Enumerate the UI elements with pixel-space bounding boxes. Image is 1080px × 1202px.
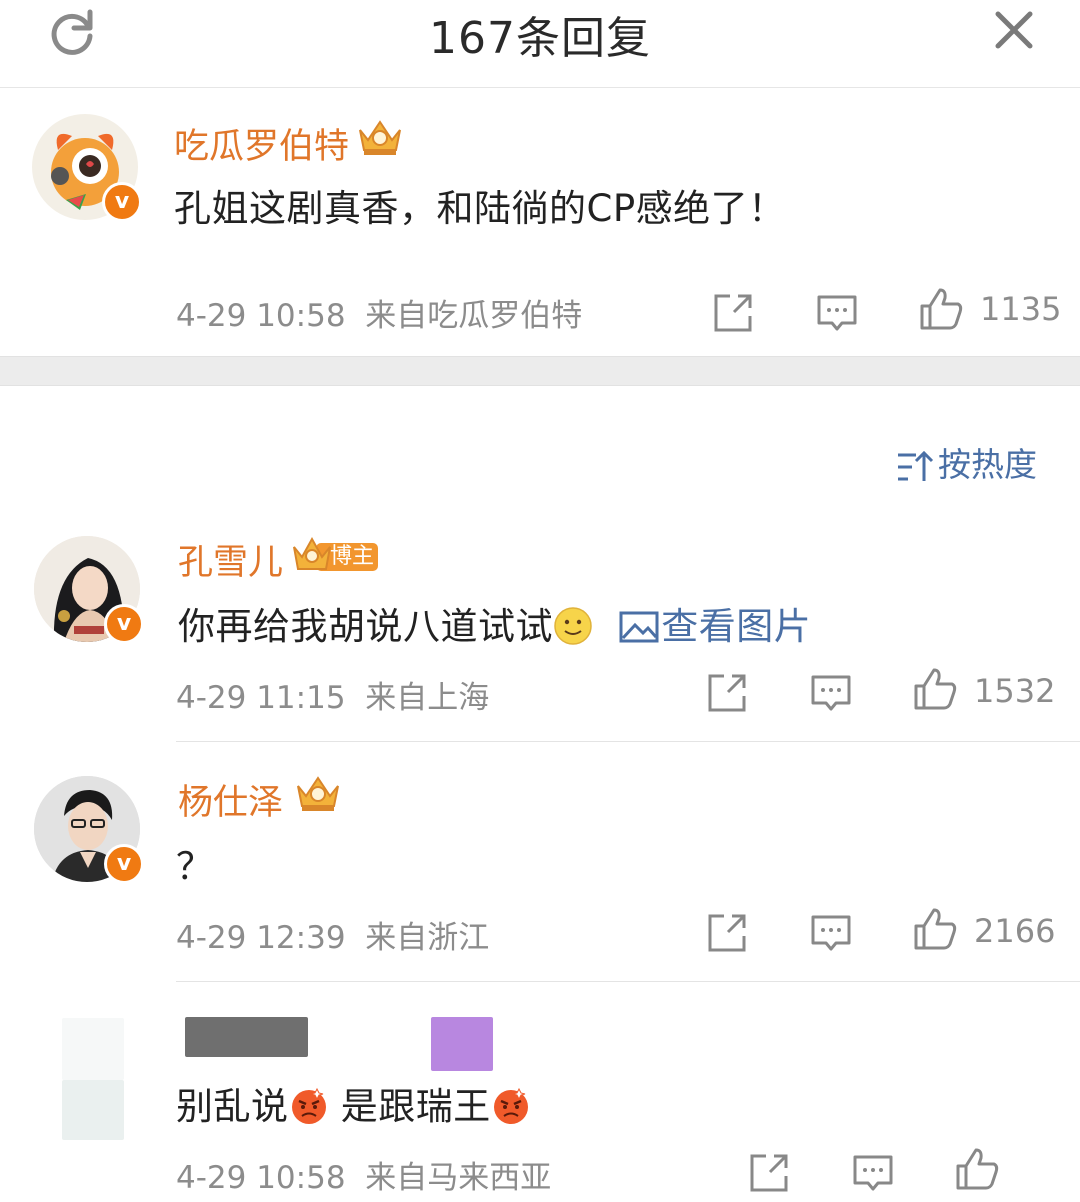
like-count: 2166: [974, 912, 1056, 950]
share-icon[interactable]: [710, 290, 756, 336]
sort-button[interactable]: 按热度: [896, 438, 1037, 484]
comment-source: 来自上海: [365, 680, 490, 716]
angry-emoji-icon: [493, 1087, 528, 1124]
like-count: 1532: [974, 672, 1056, 710]
section-divider: [0, 356, 1080, 386]
share-icon[interactable]: [746, 1150, 792, 1196]
comment-text-part-a: 别乱说: [176, 1085, 289, 1128]
comment-meta: 4-29 10:58 来自吃瓜罗伯特: [176, 290, 582, 335]
verified-badge-icon: v: [104, 844, 144, 884]
blogger-tag: 博主: [330, 544, 375, 569]
reply-divider: [176, 741, 1080, 742]
vip-crown-icon: [359, 120, 401, 155]
comment-meta: 4-29 10:58 来自马来西亚: [176, 1152, 551, 1197]
comment-source: 来自马来西亚: [365, 1160, 552, 1196]
comment-time: 4-29 10:58: [176, 1160, 346, 1196]
comment-meta: 4-29 11:15 来自上海: [176, 672, 489, 717]
comment-text-part-b: 是跟瑞王: [340, 1085, 491, 1128]
comment-text: 你再给我胡说八道试试 查看图片: [178, 596, 811, 650]
avatar[interactable]: v: [34, 536, 144, 644]
header-bar: 167条回复: [0, 0, 1080, 88]
comment-time: 4-29 11:15: [176, 680, 346, 716]
comment-text: 别乱说 是跟瑞王: [176, 1076, 531, 1130]
vip-crown-icon: [297, 776, 339, 811]
obscured-username: [185, 1017, 308, 1057]
comment-text: ？: [176, 845, 214, 888]
like-icon[interactable]: [954, 1146, 1000, 1192]
like-icon[interactable]: [912, 906, 958, 952]
like-icon[interactable]: [912, 666, 958, 712]
comment-time: 4-29 12:39: [176, 920, 346, 956]
view-image-label: 查看图片: [661, 605, 812, 648]
username[interactable]: 吃瓜罗伯特: [174, 118, 349, 169]
obscured-avatar: [62, 1018, 124, 1080]
comment-icon[interactable]: [850, 1150, 896, 1196]
view-image-link[interactable]: 查看图片: [605, 605, 811, 648]
comment-time: 4-29 10:58: [176, 298, 346, 334]
avatar[interactable]: v: [32, 114, 142, 222]
username[interactable]: 孔雪儿: [178, 534, 283, 585]
comment-meta: 4-29 12:39 来自浙江: [176, 912, 489, 957]
comment-icon[interactable]: [808, 670, 854, 716]
image-icon: [619, 611, 659, 642]
comment-text: 孔姐这剧真香，和陆徜的CP感绝了！: [174, 187, 786, 230]
verified-badge-icon: v: [102, 182, 142, 222]
sort-label: 按热度: [938, 445, 1037, 484]
verified-badge-icon: v: [104, 604, 144, 644]
share-icon[interactable]: [704, 910, 750, 956]
close-icon[interactable]: [988, 4, 1040, 56]
page-title: 167条回复: [429, 13, 651, 64]
share-icon[interactable]: [704, 670, 750, 716]
angry-emoji-icon: [291, 1087, 326, 1124]
like-icon[interactable]: [918, 286, 964, 332]
smile-emoji-icon: [554, 606, 592, 645]
avatar[interactable]: v: [34, 776, 144, 884]
comment-source: 来自浙江: [365, 920, 490, 956]
username[interactable]: 杨仕泽: [178, 774, 283, 825]
like-count: 1135: [980, 290, 1062, 328]
comment-icon[interactable]: [808, 910, 854, 956]
reply-divider: [176, 981, 1080, 982]
obscured-avatar: [62, 1080, 124, 1140]
comment-source: 来自吃瓜罗伯特: [365, 298, 583, 334]
comment-text-body: 你再给我胡说八道试试: [178, 605, 553, 648]
comment-icon[interactable]: [814, 290, 860, 336]
sort-icon: [898, 450, 934, 481]
obscured-badge: [431, 1017, 493, 1071]
